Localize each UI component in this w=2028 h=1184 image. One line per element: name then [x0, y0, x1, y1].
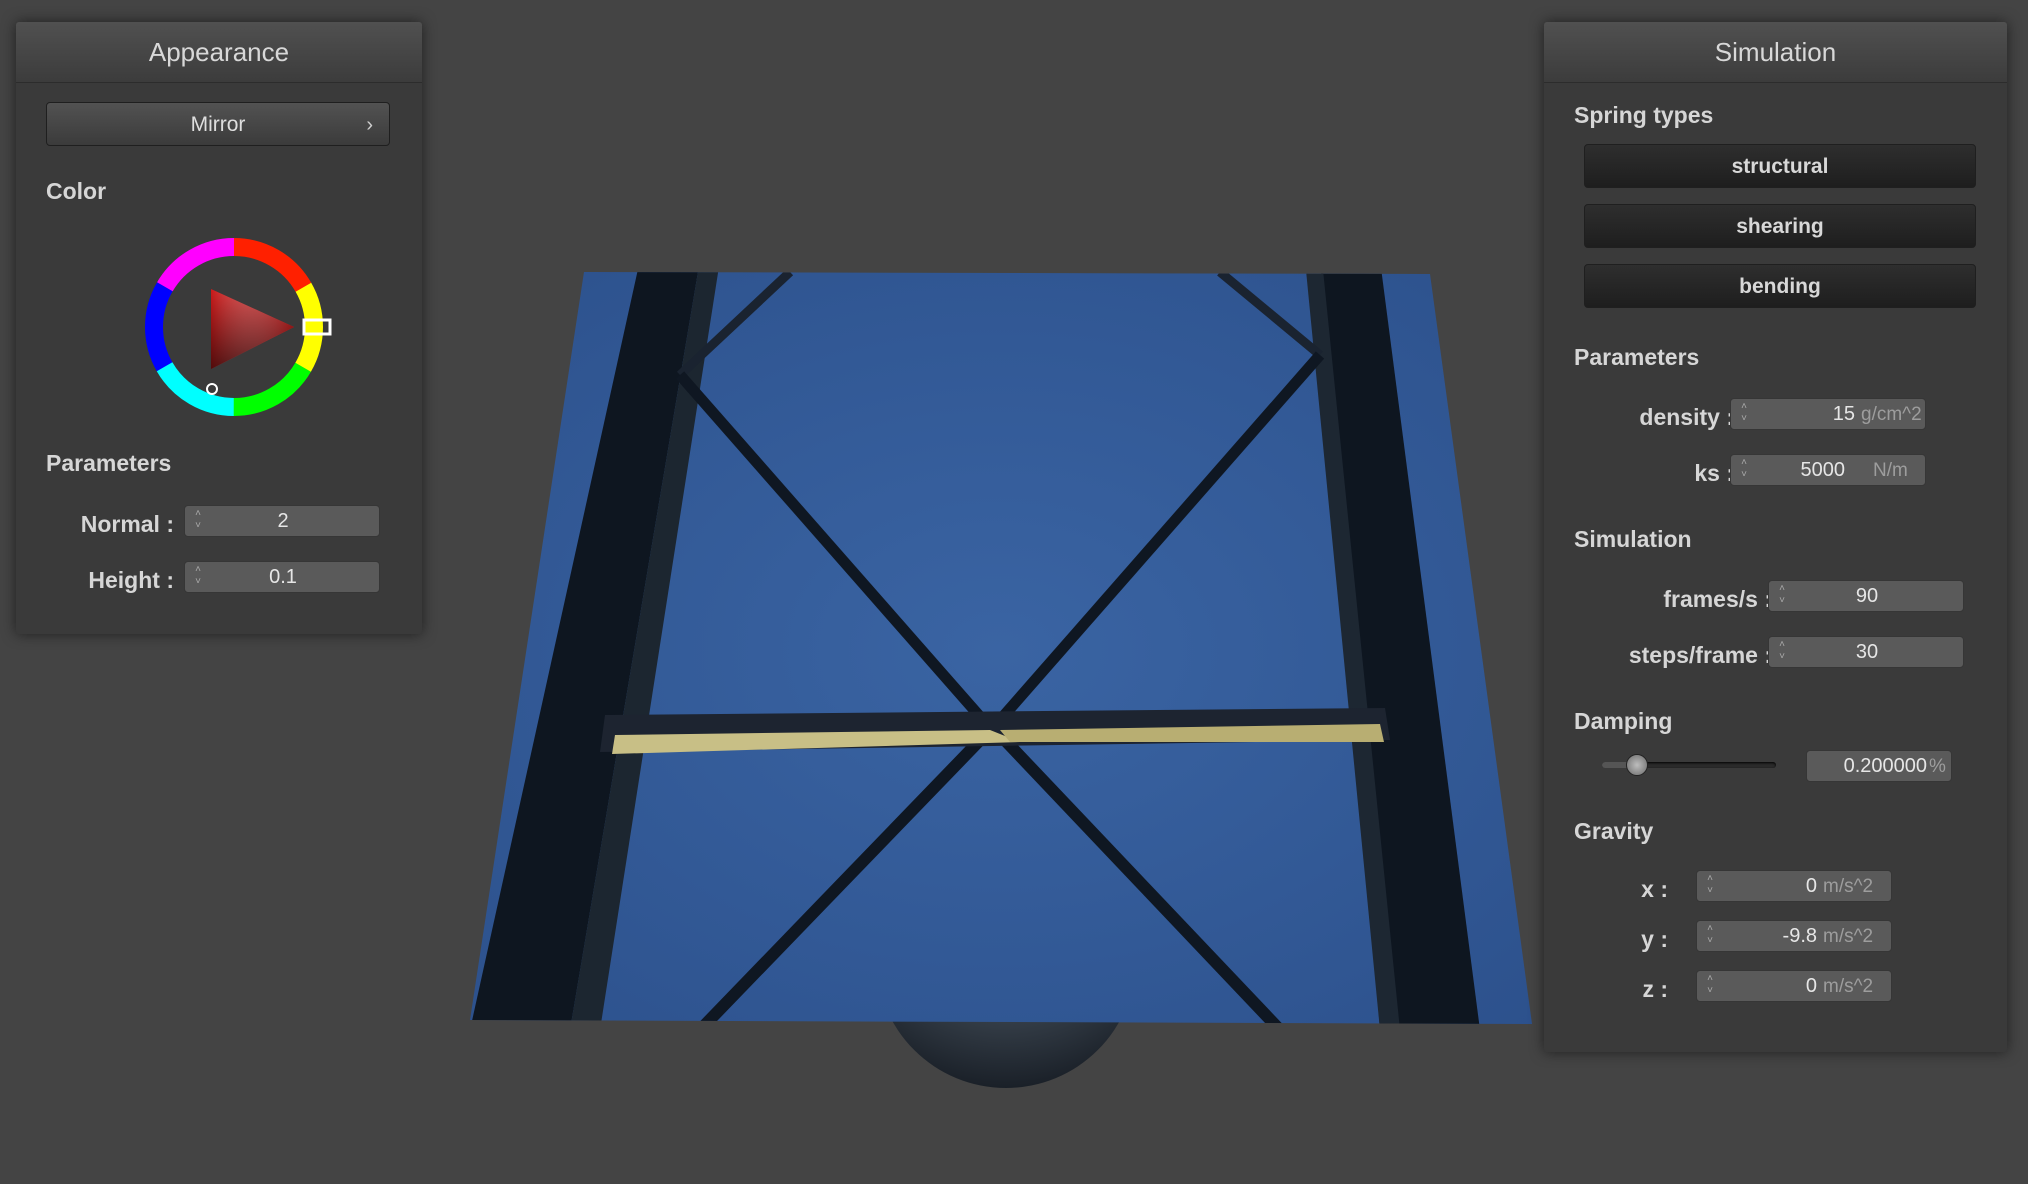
- gravity-y-label: y :: [1641, 926, 1668, 952]
- color-handle[interactable]: [206, 383, 218, 395]
- damping-unit: %: [1929, 756, 1946, 777]
- simulation-panel: Simulation Spring types structural shear…: [1544, 22, 2007, 1052]
- chevron-right-icon: ›: [366, 114, 373, 136]
- ks-input[interactable]: ˄ ˅ 5000 N/m: [1730, 454, 1926, 486]
- sim-parameters-label: Parameters: [1574, 344, 1700, 370]
- saturation-triangle[interactable]: [211, 289, 294, 369]
- height-label: Height :: [88, 567, 174, 593]
- density-value: 15: [1832, 403, 1855, 425]
- damping-slider[interactable]: [1602, 754, 1776, 776]
- appearance-panel-title: Appearance: [16, 22, 422, 83]
- steps-per-frame-label: steps/frame :: [1628, 642, 1772, 668]
- damping-label: Damping: [1574, 708, 1673, 734]
- spinner-arrows-icon[interactable]: ˄ ˅: [1737, 457, 1751, 483]
- spinner-arrows-icon[interactable]: ˄ ˅: [1703, 973, 1717, 999]
- spinner-arrows-icon[interactable]: ˄ ˅: [1703, 923, 1717, 949]
- bending-spring-button[interactable]: bending: [1584, 264, 1976, 308]
- frames-per-second-value: 90: [1855, 585, 1879, 607]
- density-input[interactable]: ˄ ˅ 15 g/cm^2: [1730, 398, 1926, 430]
- frames-per-second-label: frames/s :: [1663, 586, 1772, 612]
- density-unit: g/cm^2: [1861, 404, 1922, 425]
- gravity-y-unit: m/s^2: [1823, 926, 1874, 947]
- density-label: density :: [1639, 404, 1734, 430]
- steps-per-frame-value: 30: [1855, 641, 1879, 663]
- simulation-panel-title: Simulation: [1544, 22, 2007, 83]
- normal-value: 2: [277, 510, 289, 532]
- color-wheel[interactable]: [134, 229, 334, 429]
- bending-spring-label: bending: [1739, 275, 1821, 298]
- gravity-x-input[interactable]: ˄ ˅ 0 m/s^2: [1696, 870, 1892, 902]
- ks-value: 5000: [1800, 459, 1846, 481]
- damping-slider-knob[interactable]: [1625, 754, 1648, 776]
- height-input[interactable]: ˄ ˅ 0.1: [184, 561, 380, 593]
- gravity-x-value: 0: [1805, 875, 1817, 897]
- gravity-z-label: z :: [1642, 976, 1668, 1002]
- shader-select-button[interactable]: Mirror ›: [46, 102, 390, 146]
- gravity-y-value: -9.8: [1782, 925, 1817, 947]
- shearing-spring-button[interactable]: shearing: [1584, 204, 1976, 248]
- spinner-arrows-icon[interactable]: ˄ ˅: [1737, 401, 1751, 427]
- cloth-mesh[interactable]: [440, 260, 1560, 1040]
- spring-types-label: Spring types: [1574, 102, 1714, 128]
- structural-spring-label: structural: [1731, 155, 1829, 178]
- gravity-z-value: 0: [1805, 975, 1817, 997]
- color-section-label: Color: [46, 178, 107, 204]
- appearance-panel: Appearance Mirror › Color Parameters Nor…: [16, 22, 422, 634]
- ks-unit: N/m: [1873, 460, 1908, 481]
- damping-value: 0.200000: [1843, 755, 1927, 777]
- shader-select-label: Mirror: [190, 113, 246, 136]
- structural-spring-button[interactable]: structural: [1584, 144, 1976, 188]
- height-value: 0.1: [269, 566, 297, 588]
- damping-input[interactable]: 0.200000 %: [1806, 750, 1952, 782]
- gravity-label: Gravity: [1574, 818, 1654, 844]
- normal-input[interactable]: ˄ ˅ 2: [184, 505, 380, 537]
- gravity-y-input[interactable]: ˄ ˅ -9.8 m/s^2: [1696, 920, 1892, 952]
- shearing-spring-label: shearing: [1736, 215, 1824, 238]
- appearance-parameters-label: Parameters: [46, 450, 172, 476]
- frames-per-second-input[interactable]: ˄ ˅ 90: [1768, 580, 1964, 612]
- ks-label: ks :: [1694, 460, 1734, 486]
- gravity-x-label: x :: [1641, 876, 1668, 902]
- gravity-x-unit: m/s^2: [1823, 876, 1874, 897]
- normal-label: Normal :: [80, 511, 174, 537]
- gravity-z-unit: m/s^2: [1823, 976, 1874, 997]
- spinner-arrows-icon[interactable]: ˄ ˅: [1703, 873, 1717, 899]
- gravity-z-input[interactable]: ˄ ˅ 0 m/s^2: [1696, 970, 1892, 1002]
- steps-per-frame-input[interactable]: ˄ ˅ 30: [1768, 636, 1964, 668]
- simulation-section-label: Simulation: [1574, 526, 1692, 552]
